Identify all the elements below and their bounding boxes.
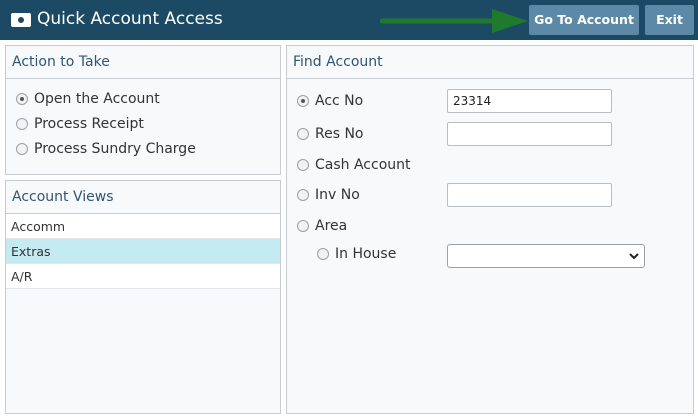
list-item-extras[interactable]: Extras xyxy=(6,239,280,264)
radio-in-house[interactable]: In House xyxy=(317,246,396,262)
radio-button[interactable] xyxy=(16,93,28,105)
radio-label: Inv No xyxy=(315,187,360,203)
list-item-accomm[interactable]: Accomm xyxy=(6,214,280,239)
radio-button[interactable] xyxy=(297,189,309,201)
list-item-ar[interactable]: A/R xyxy=(6,264,280,289)
radio-button[interactable] xyxy=(297,95,309,107)
page-title: Quick Account Access xyxy=(37,9,223,29)
chevron-down-icon xyxy=(629,253,639,260)
radio-process-receipt[interactable]: Process Receipt xyxy=(16,116,144,132)
radio-process-sundry-charge[interactable]: Process Sundry Charge xyxy=(16,141,196,157)
action-panel: Action to Take Open the Account Process … xyxy=(5,45,281,175)
arrow-pointer-icon xyxy=(380,9,528,33)
action-panel-title: Action to Take xyxy=(6,46,280,79)
find-panel: Find Account Acc No Res No Cash Account … xyxy=(286,45,694,414)
radio-button[interactable] xyxy=(16,143,28,155)
radio-label: In House xyxy=(335,246,397,262)
radio-label: Area xyxy=(315,218,348,234)
res-no-input[interactable] xyxy=(447,122,612,146)
radio-button[interactable] xyxy=(297,159,309,171)
radio-area[interactable]: Area xyxy=(297,218,347,234)
acc-no-input[interactable] xyxy=(447,89,612,113)
go-to-account-button[interactable]: Go To Account xyxy=(529,5,639,35)
radio-label: Process Receipt xyxy=(34,116,144,132)
views-panel: Account Views Accomm Extras A/R xyxy=(5,180,281,414)
radio-label: Open the Account xyxy=(34,91,160,107)
radio-button[interactable] xyxy=(16,118,28,130)
exit-button[interactable]: Exit xyxy=(645,5,694,35)
radio-acc-no[interactable]: Acc No xyxy=(297,93,363,109)
money-icon xyxy=(11,13,31,27)
in-house-select[interactable] xyxy=(447,244,645,268)
inv-no-input[interactable] xyxy=(447,183,612,207)
views-panel-title: Account Views xyxy=(6,181,280,214)
radio-res-no[interactable]: Res No xyxy=(297,126,364,142)
views-list: Accomm Extras A/R xyxy=(6,214,280,289)
radio-label: Process Sundry Charge xyxy=(34,141,196,157)
radio-inv-no[interactable]: Inv No xyxy=(297,187,360,203)
radio-label: Cash Account xyxy=(315,157,411,173)
radio-button[interactable] xyxy=(297,220,309,232)
radio-label: Acc No xyxy=(315,93,364,109)
radio-button[interactable] xyxy=(317,248,329,260)
find-panel-title: Find Account xyxy=(287,46,693,79)
radio-button[interactable] xyxy=(297,128,309,140)
title-bar: Quick Account Access Go To Account Exit xyxy=(0,0,698,40)
radio-open-account[interactable]: Open the Account xyxy=(16,91,160,107)
radio-label: Res No xyxy=(315,126,364,142)
radio-cash-account[interactable]: Cash Account xyxy=(297,157,411,173)
